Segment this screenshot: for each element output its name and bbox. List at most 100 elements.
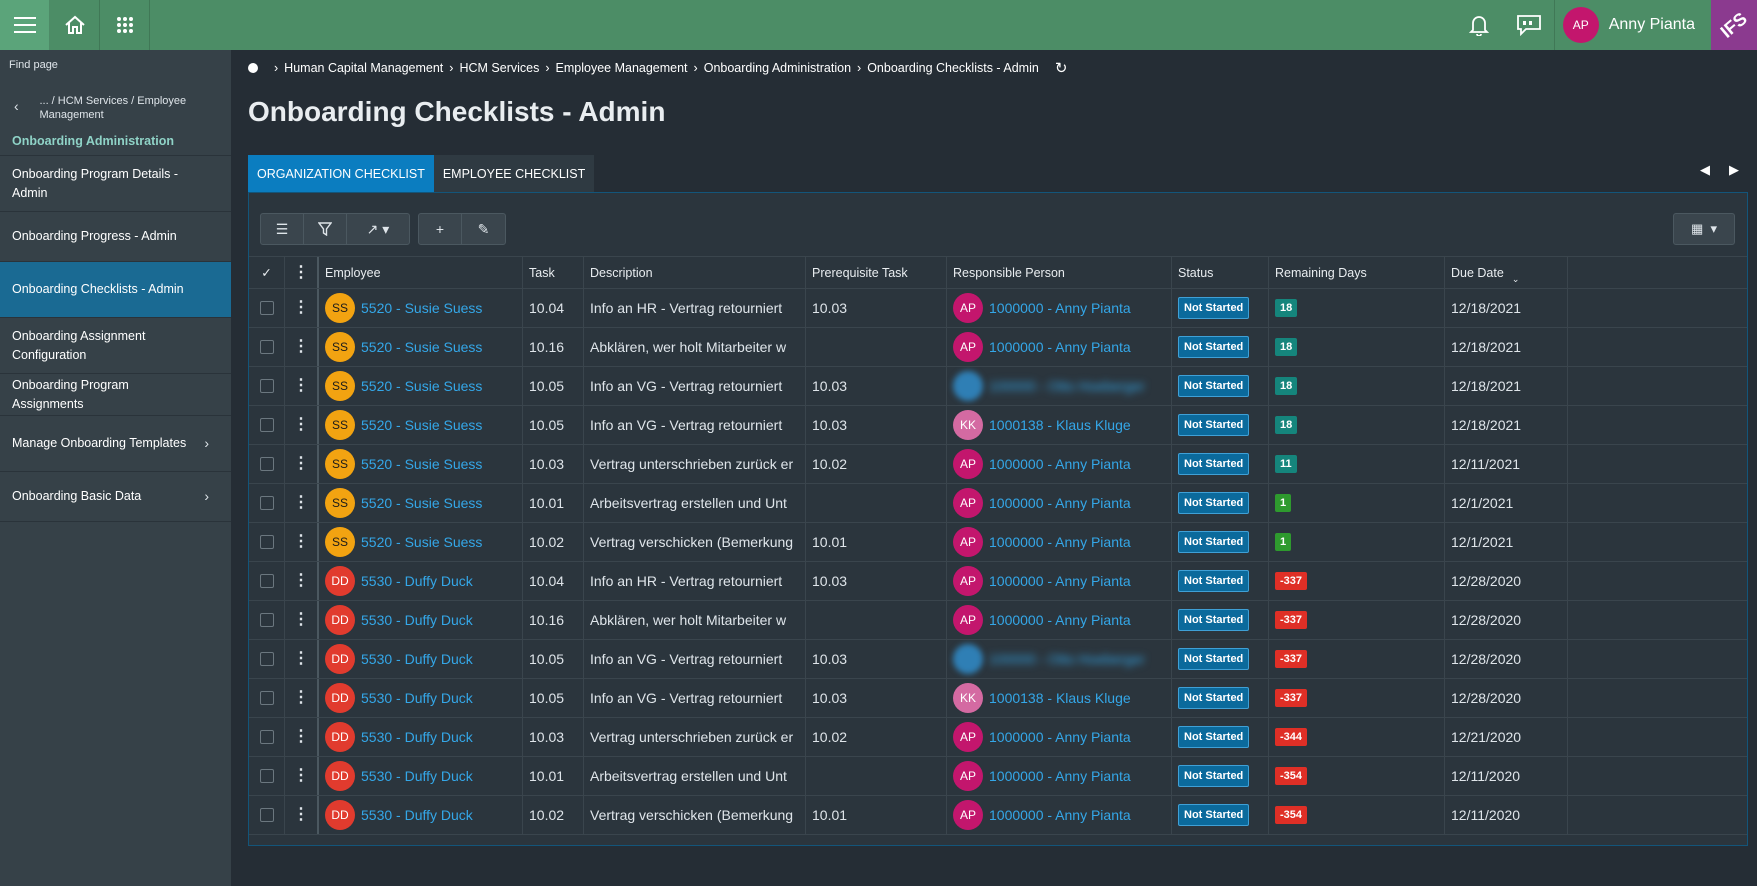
- sidebar-item[interactable]: Onboarding Program Assignments: [0, 374, 231, 416]
- tab-employee-checklist[interactable]: EMPLOYEE CHECKLIST: [433, 155, 595, 192]
- table-row[interactable]: ⋮ SS 5520 - Susie Suess 10.03 Vertrag unters…: [249, 445, 1747, 484]
- employee-link[interactable]: 5530 - Duffy Duck: [361, 729, 473, 745]
- employee-link[interactable]: 5520 - Susie Suess: [361, 378, 482, 394]
- row-checkbox[interactable]: [249, 796, 285, 834]
- employee-link[interactable]: 5530 - Duffy Duck: [361, 651, 473, 667]
- sidebar-item[interactable]: Onboarding Checklists - Admin: [0, 262, 231, 318]
- sidebar-back[interactable]: ‹ ... / HCM Services / Employee Manageme…: [0, 80, 231, 126]
- employee-link[interactable]: 5530 - Duffy Duck: [361, 690, 473, 706]
- responsible-link[interactable]: 100000 - Otto Hoeberger: [989, 651, 1145, 667]
- table-row[interactable]: ⋮ SS 5520 - Susie Suess 10.01 Arbeitsvertrag…: [249, 484, 1747, 523]
- employee-link[interactable]: 5520 - Susie Suess: [361, 495, 482, 511]
- list-view-icon[interactable]: ☰: [261, 214, 304, 244]
- table-row[interactable]: ⋮ DD 5530 - Duffy Duck 10.16 Abklären, wer h…: [249, 601, 1747, 640]
- employee-link[interactable]: 5530 - Duffy Duck: [361, 807, 473, 823]
- row-checkbox[interactable]: [249, 328, 285, 366]
- apps-grid-icon[interactable]: [100, 0, 150, 50]
- row-more-icon[interactable]: ⋮: [285, 757, 319, 795]
- table-row[interactable]: ⋮ DD 5530 - Duffy Duck 10.05 Info an VG - Ve…: [249, 679, 1747, 718]
- filter-icon[interactable]: [304, 214, 347, 244]
- refresh-icon[interactable]: ↻: [1055, 59, 1068, 77]
- employee-link[interactable]: 5530 - Duffy Duck: [361, 768, 473, 784]
- responsible-link[interactable]: 1000000 - Anny Pianta: [989, 807, 1131, 823]
- responsible-link[interactable]: 1000000 - Anny Pianta: [989, 339, 1131, 355]
- row-more-icon[interactable]: ⋮: [285, 679, 319, 717]
- row-checkbox[interactable]: [249, 289, 285, 327]
- row-checkbox[interactable]: [249, 640, 285, 678]
- row-more-icon[interactable]: ⋮: [285, 562, 319, 600]
- column-header[interactable]: Remaining Days: [1269, 257, 1445, 288]
- home-dot-icon[interactable]: [248, 63, 258, 73]
- row-more-icon[interactable]: ⋮: [285, 445, 319, 483]
- table-row[interactable]: ⋮ SS 5520 - Susie Suess 10.05 Info an VG - V…: [249, 367, 1747, 406]
- responsible-link[interactable]: 1000000 - Anny Pianta: [989, 534, 1131, 550]
- feedback-icon[interactable]: [1504, 0, 1554, 50]
- row-more-icon[interactable]: ⋮: [285, 796, 319, 834]
- responsible-link[interactable]: 1000000 - Anny Pianta: [989, 456, 1131, 472]
- row-checkbox[interactable]: [249, 679, 285, 717]
- row-more-icon[interactable]: ⋮: [285, 601, 319, 639]
- employee-link[interactable]: 5520 - Susie Suess: [361, 339, 482, 355]
- row-more-icon[interactable]: ⋮: [285, 523, 319, 561]
- table-row[interactable]: ⋮ DD 5530 - Duffy Duck 10.04 Info an HR - Ve…: [249, 562, 1747, 601]
- header-more-icon[interactable]: ⋮: [285, 257, 319, 288]
- table-row[interactable]: ⋮ DD 5530 - Duffy Duck 10.01 Arbeitsvertrag …: [249, 757, 1747, 796]
- column-header[interactable]: Description: [584, 257, 806, 288]
- responsible-link[interactable]: 1000000 - Anny Pianta: [989, 300, 1131, 316]
- table-view-dropdown[interactable]: ▦ ▾: [1673, 213, 1735, 245]
- column-header[interactable]: Responsible Person: [947, 257, 1172, 288]
- add-icon[interactable]: +: [419, 214, 462, 244]
- responsible-link[interactable]: 100000 - Otto Hoeberger: [989, 378, 1145, 394]
- export-dropdown-icon[interactable]: ↗ ▾: [347, 214, 409, 244]
- row-checkbox[interactable]: [249, 406, 285, 444]
- row-more-icon[interactable]: ⋮: [285, 484, 319, 522]
- tab-organization-checklist[interactable]: ORGANIZATION CHECKLIST: [248, 155, 434, 192]
- row-more-icon[interactable]: ⋮: [285, 640, 319, 678]
- responsible-link[interactable]: 1000000 - Anny Pianta: [989, 495, 1131, 511]
- select-all-check-icon[interactable]: ✓: [249, 257, 285, 288]
- edit-icon[interactable]: ✎: [462, 214, 505, 244]
- table-row[interactable]: ⋮ SS 5520 - Susie Suess 10.05 Info an VG - V…: [249, 406, 1747, 445]
- find-page-link[interactable]: Find page: [0, 50, 231, 80]
- breadcrumb-item[interactable]: Human Capital Management: [284, 61, 443, 75]
- employee-link[interactable]: 5530 - Duffy Duck: [361, 573, 473, 589]
- table-row[interactable]: ⋮ SS 5520 - Susie Suess 10.16 Abklären, wer …: [249, 328, 1747, 367]
- column-header[interactable]: Prerequisite Task: [806, 257, 947, 288]
- home-icon[interactable]: [50, 0, 100, 50]
- breadcrumb-item[interactable]: Onboarding Administration: [704, 61, 851, 75]
- column-header-due-date[interactable]: Due Date ⌄: [1445, 257, 1568, 288]
- row-checkbox[interactable]: [249, 484, 285, 522]
- tab-next-icon[interactable]: ▶: [1729, 162, 1739, 178]
- row-more-icon[interactable]: ⋮: [285, 718, 319, 756]
- sidebar-item[interactable]: Onboarding Basic Data ›: [0, 472, 231, 522]
- row-more-icon[interactable]: ⋮: [285, 406, 319, 444]
- row-checkbox[interactable]: [249, 445, 285, 483]
- breadcrumb-item[interactable]: HCM Services: [459, 61, 539, 75]
- bell-icon[interactable]: [1454, 0, 1504, 50]
- table-row[interactable]: ⋮ DD 5530 - Duffy Duck 10.02 Vertrag verschi…: [249, 796, 1747, 835]
- employee-link[interactable]: 5520 - Susie Suess: [361, 456, 482, 472]
- responsible-link[interactable]: 1000000 - Anny Pianta: [989, 573, 1131, 589]
- row-more-icon[interactable]: ⋮: [285, 328, 319, 366]
- sidebar-item[interactable]: Onboarding Assignment Configuration: [0, 318, 231, 374]
- sidebar-item[interactable]: Onboarding Progress - Admin: [0, 212, 231, 262]
- table-row[interactable]: ⋮ DD 5530 - Duffy Duck 10.05 Info an VG - Ve…: [249, 640, 1747, 679]
- employee-link[interactable]: 5530 - Duffy Duck: [361, 612, 473, 628]
- menu-icon[interactable]: [0, 0, 50, 50]
- sidebar-item[interactable]: Onboarding Program Details - Admin: [0, 156, 231, 212]
- row-checkbox[interactable]: [249, 718, 285, 756]
- column-header[interactable]: Task: [523, 257, 584, 288]
- tab-prev-icon[interactable]: ◀: [1700, 162, 1710, 178]
- table-row[interactable]: ⋮ SS 5520 - Susie Suess 10.04 Info an HR - V…: [249, 289, 1747, 328]
- employee-link[interactable]: 5520 - Susie Suess: [361, 300, 482, 316]
- responsible-link[interactable]: 1000000 - Anny Pianta: [989, 768, 1131, 784]
- sidebar-item[interactable]: Manage Onboarding Templates ›: [0, 416, 231, 472]
- row-checkbox[interactable]: [249, 367, 285, 405]
- chevron-left-icon[interactable]: ‹: [10, 94, 39, 114]
- row-more-icon[interactable]: ⋮: [285, 367, 319, 405]
- column-header[interactable]: Status: [1172, 257, 1269, 288]
- breadcrumb-item[interactable]: Employee Management: [556, 61, 688, 75]
- responsible-link[interactable]: 1000138 - Klaus Kluge: [989, 417, 1131, 433]
- column-header[interactable]: Employee: [319, 257, 523, 288]
- table-row[interactable]: ⋮ DD 5530 - Duffy Duck 10.03 Vertrag untersc…: [249, 718, 1747, 757]
